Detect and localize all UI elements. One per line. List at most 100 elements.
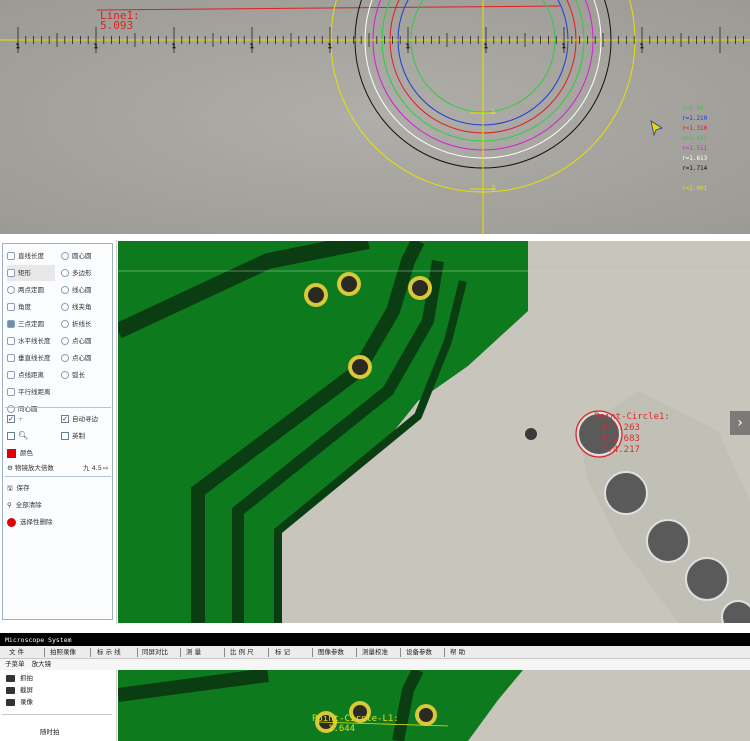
camera-icon bbox=[6, 674, 15, 682]
capture-panel: 抓拍 截屏 录像 随时拍 bbox=[0, 670, 117, 741]
tool-point-line-distance[interactable]: 点线距离 bbox=[7, 367, 44, 383]
color-swatch[interactable] bbox=[7, 448, 16, 458]
imperial-checkbox[interactable] bbox=[61, 432, 69, 440]
snapshot-button[interactable]: 抓拍 bbox=[6, 672, 33, 684]
magnifier-icon: 🔍︎ bbox=[18, 431, 29, 440]
magnifier-option[interactable]: 🔍︎ bbox=[7, 428, 28, 444]
menu-bar: 文 件 拍照录像 标 示 线 同屏对比 测 量 比 例 尺 标 记 图像参数 测… bbox=[0, 646, 750, 659]
crosshair-checkbox[interactable]: ✓ bbox=[7, 415, 15, 423]
parallel-lines-icon bbox=[7, 388, 15, 396]
menu-separator bbox=[312, 648, 313, 657]
live-image-view[interactable]: Point-Circle-L1: 1.644 bbox=[118, 670, 750, 741]
auto-edge-checkbox[interactable]: ✓ bbox=[61, 415, 69, 423]
divider bbox=[2, 714, 112, 715]
radius-entry: r=1.714 bbox=[682, 165, 708, 172]
crosshair-option[interactable]: ✓ + bbox=[7, 411, 23, 427]
save-button[interactable]: 🖫︎ 保存 bbox=[7, 480, 30, 496]
pcb-image-view[interactable]: Point-Circle1: D:1.263 R:1.683 C:4.217 › bbox=[118, 241, 750, 623]
circle-radius: R:1.683 bbox=[602, 434, 640, 444]
ruler-number: 1 bbox=[484, 43, 488, 50]
imperial-option[interactable]: 英制 bbox=[61, 428, 85, 444]
menu-markline[interactable]: 标 示 线 bbox=[97, 646, 121, 659]
menu-calibration[interactable]: 测量校准 bbox=[362, 646, 388, 659]
tool-angle[interactable]: 角度 bbox=[7, 299, 31, 315]
vertical-line-icon bbox=[7, 354, 15, 362]
polyline-icon bbox=[61, 320, 69, 328]
top-measurement-view: 111111111 Line1: 5.093 1 2 r=1.08 r=1.21… bbox=[0, 0, 750, 234]
angle-icon bbox=[7, 303, 15, 311]
tool-line-length[interactable]: 直线长度 bbox=[7, 248, 44, 264]
menu-device-params[interactable]: 设备参数 bbox=[406, 646, 432, 659]
clear-all-button[interactable]: ⚲ 全部清除 bbox=[7, 497, 42, 513]
tool-rectangle[interactable]: 矩形 bbox=[7, 265, 55, 281]
menu-measure[interactable]: 测 量 bbox=[186, 646, 201, 659]
menu-compare[interactable]: 同屏对比 bbox=[142, 646, 168, 659]
menu-separator bbox=[90, 648, 91, 657]
window-title: Microscope System bbox=[0, 633, 750, 646]
menu-separator bbox=[400, 648, 401, 657]
screenshot-button[interactable]: 截屏 bbox=[6, 684, 33, 696]
submenu-item[interactable]: 放大镜 bbox=[32, 660, 52, 668]
circle-circumference: C:4.217 bbox=[602, 445, 640, 455]
submenu-item[interactable]: 子菜单 bbox=[5, 660, 25, 668]
horizontal-line-icon bbox=[7, 337, 15, 345]
menu-scale[interactable]: 比 例 尺 bbox=[230, 646, 254, 659]
radius-entry: r=1.310 bbox=[682, 125, 708, 132]
measurement-workspace: 直线长度 矩形 两点定圆 角度 三点定圆 水平线长度 垂直线长度 点线距离 平行… bbox=[0, 240, 750, 624]
radius-entry: r=1.210 bbox=[682, 115, 708, 122]
circle-mark-2: 2 bbox=[491, 184, 496, 192]
tool-horizontal-length[interactable]: 水平线长度 bbox=[7, 333, 51, 349]
menu-capture[interactable]: 拍照录像 bbox=[50, 646, 76, 659]
circle-icon bbox=[7, 286, 15, 294]
ruler-number: 1 bbox=[406, 43, 410, 50]
tool-two-point-circle[interactable]: 两点定圆 bbox=[7, 282, 44, 298]
tool-polygon[interactable]: 多边形 bbox=[61, 265, 92, 281]
ruler-number: 1 bbox=[250, 43, 254, 50]
tool-three-point-circle[interactable]: 三点定圆 bbox=[7, 316, 44, 332]
divider bbox=[5, 476, 111, 477]
next-arrow-button[interactable]: › bbox=[730, 411, 750, 435]
menu-separator bbox=[44, 648, 45, 657]
tool-vertical-length[interactable]: 垂直线长度 bbox=[7, 350, 51, 366]
point-circle-icon bbox=[61, 354, 69, 362]
magnifier-checkbox[interactable] bbox=[7, 432, 15, 440]
menu-image-params[interactable]: 图像参数 bbox=[318, 646, 344, 659]
sub-menu-bar: 子菜单 放大镜 bbox=[0, 659, 750, 670]
tool-line-angle[interactable]: 线夹角 bbox=[61, 299, 92, 315]
radius-entry: r=1.613 bbox=[682, 155, 708, 162]
menu-mark[interactable]: 标 记 bbox=[275, 646, 290, 659]
auto-edge-option[interactable]: ✓ 自动寻边 bbox=[61, 411, 98, 427]
magnification-control[interactable]: ⚙︎ 物镜放大倍数九 4.5 ⇨ bbox=[7, 460, 110, 476]
menu-help[interactable]: 帮 助 bbox=[450, 646, 465, 659]
video-icon bbox=[6, 698, 15, 706]
center-circle-icon bbox=[61, 252, 69, 260]
line-value: 5.093 bbox=[100, 19, 134, 32]
top-measurement-overlay: 1 1 1 1 1 1 1 1 1 bbox=[0, 0, 750, 234]
three-point-circle-icon bbox=[7, 320, 15, 328]
circle-mark-1: 1 bbox=[491, 108, 496, 116]
point-circle-value: 1.644 bbox=[328, 724, 356, 734]
screen-icon bbox=[6, 686, 15, 694]
tool-center-circle[interactable]: 圆心圆 bbox=[61, 248, 92, 264]
record-button[interactable]: 录像 bbox=[6, 696, 33, 708]
instant-shot-label[interactable]: 随时拍 bbox=[40, 726, 60, 738]
tool-parallel-distance[interactable]: 平行线距离 bbox=[7, 384, 51, 400]
clear-selected-button[interactable]: 选择性删除 bbox=[7, 514, 53, 530]
tool-point-circle[interactable]: 点心圆 bbox=[61, 333, 92, 349]
broom-icon: ⚲ bbox=[7, 501, 12, 509]
point-line-icon bbox=[7, 371, 15, 379]
tool-arc-length[interactable]: 弧长 bbox=[61, 367, 85, 383]
menu-file[interactable]: 文 件 bbox=[9, 646, 24, 659]
radius-entry: r=2.001 bbox=[682, 185, 708, 192]
tool-point-circle-2[interactable]: 点心圆 bbox=[61, 350, 92, 366]
menu-separator bbox=[268, 648, 269, 657]
point-circle-label: Point-Circle-L1: bbox=[312, 714, 399, 724]
tool-polyline-length[interactable]: 折线长 bbox=[61, 316, 92, 332]
radius-entry: r=1.511 bbox=[682, 145, 708, 152]
microscope-app-window: Microscope System 文 件 拍照录像 标 示 线 同屏对比 测 … bbox=[0, 633, 750, 741]
arrow-right-icon[interactable]: ⇨ bbox=[103, 460, 108, 476]
menu-separator bbox=[356, 648, 357, 657]
ruler-number: 1 bbox=[16, 43, 20, 50]
tool-line-center-circle[interactable]: 线心圆 bbox=[61, 282, 92, 298]
color-picker[interactable]: 颜色 bbox=[7, 445, 33, 461]
